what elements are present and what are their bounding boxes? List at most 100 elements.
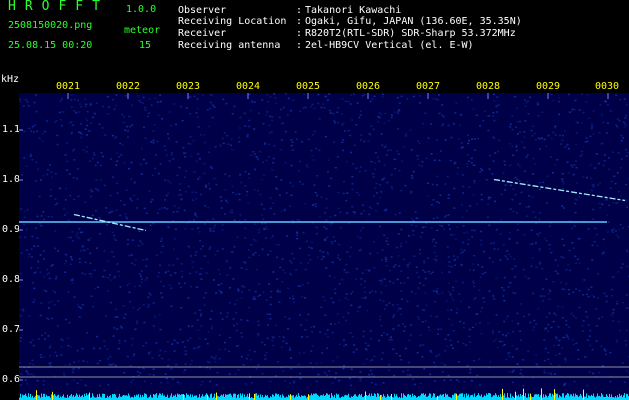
spectrum-bar bbox=[207, 394, 208, 400]
noise-speck bbox=[257, 254, 260, 257]
noise-speck bbox=[268, 124, 271, 126]
spectrum-bar bbox=[566, 394, 567, 400]
spectrum-bar bbox=[274, 396, 275, 400]
noise-speck bbox=[93, 347, 95, 350]
noise-speck bbox=[345, 199, 348, 202]
noise-speck bbox=[43, 289, 46, 291]
noise-speck bbox=[72, 177, 75, 179]
noise-speck bbox=[123, 203, 126, 206]
noise-speck bbox=[199, 248, 202, 250]
noise-speck bbox=[246, 319, 249, 322]
noise-speck bbox=[603, 160, 606, 162]
noise-speck bbox=[238, 127, 241, 129]
noise-speck bbox=[220, 292, 223, 294]
noise-speck bbox=[144, 106, 147, 109]
spectrum-bar bbox=[520, 394, 521, 400]
noise-speck bbox=[323, 256, 326, 258]
noise-speck bbox=[76, 177, 79, 180]
noise-speck bbox=[85, 117, 87, 120]
noise-speck bbox=[252, 151, 255, 153]
noise-speck bbox=[436, 287, 439, 290]
spectrum-bar bbox=[277, 394, 278, 400]
noise-speck bbox=[574, 198, 577, 200]
noise-speck bbox=[205, 272, 208, 274]
noise-speck bbox=[507, 352, 510, 354]
noise-speck bbox=[396, 303, 399, 306]
noise-speck bbox=[456, 226, 459, 228]
noise-speck bbox=[358, 116, 361, 119]
noise-speck bbox=[622, 121, 625, 123]
noise-speck bbox=[478, 358, 481, 360]
noise-speck bbox=[542, 300, 545, 302]
noise-speck bbox=[184, 227, 187, 230]
noise-speck bbox=[51, 176, 54, 179]
noise-speck bbox=[534, 216, 537, 219]
noise-speck bbox=[166, 133, 169, 135]
noise-speck bbox=[164, 350, 167, 353]
spectrum-bar bbox=[292, 395, 293, 400]
noise-speck bbox=[418, 102, 421, 104]
noise-speck bbox=[625, 183, 627, 186]
noise-speck bbox=[170, 287, 173, 289]
noise-speck bbox=[136, 322, 139, 324]
noise-speck bbox=[453, 259, 456, 261]
spectrum-bar bbox=[201, 396, 202, 400]
noise-speck bbox=[131, 344, 134, 347]
frequency-unit-label: kHz bbox=[1, 74, 20, 85]
noise-speck bbox=[369, 291, 371, 294]
noise-speck bbox=[565, 268, 568, 271]
spectrum-bar bbox=[434, 393, 435, 400]
noise-speck bbox=[560, 256, 563, 258]
noise-speck bbox=[306, 166, 309, 168]
noise-speck bbox=[472, 108, 475, 110]
noise-speck bbox=[462, 281, 465, 284]
noise-speck bbox=[511, 115, 514, 117]
noise-speck bbox=[586, 94, 589, 96]
time-tick-label: 0026 bbox=[355, 81, 381, 92]
spectrum-bar bbox=[437, 395, 438, 400]
noise-speck bbox=[166, 154, 168, 157]
noise-speck bbox=[368, 213, 371, 216]
noise-speck bbox=[562, 207, 565, 209]
noise-speck bbox=[611, 229, 614, 232]
noise-speck bbox=[525, 102, 528, 104]
noise-speck bbox=[435, 255, 438, 257]
noise-speck bbox=[555, 354, 558, 356]
spectrum-bar bbox=[372, 395, 373, 400]
noise-speck bbox=[293, 380, 296, 382]
noise-speck bbox=[35, 161, 38, 163]
noise-speck bbox=[472, 282, 475, 284]
noise-speck bbox=[34, 94, 37, 96]
noise-speck bbox=[189, 96, 192, 98]
noise-speck bbox=[446, 246, 449, 248]
noise-speck bbox=[336, 111, 339, 114]
spectrum-bar bbox=[368, 395, 369, 400]
noise-speck bbox=[532, 329, 535, 331]
noise-speck bbox=[568, 93, 571, 96]
noise-speck bbox=[563, 384, 565, 386]
spectrum-bar bbox=[190, 394, 191, 400]
noise-speck bbox=[249, 154, 252, 156]
noise-speck bbox=[619, 98, 622, 101]
noise-speck bbox=[488, 154, 491, 157]
noise-speck bbox=[532, 157, 535, 160]
noise-speck bbox=[267, 253, 270, 256]
noise-speck bbox=[526, 154, 529, 156]
noise-speck bbox=[615, 94, 618, 96]
noise-speck bbox=[239, 116, 242, 119]
noise-speck bbox=[276, 289, 279, 292]
noise-speck bbox=[492, 332, 494, 334]
noise-speck bbox=[542, 181, 545, 184]
noise-speck bbox=[220, 291, 223, 293]
noise-speck bbox=[64, 364, 67, 366]
noise-speck bbox=[292, 301, 295, 304]
noise-speck bbox=[524, 120, 527, 122]
noise-speck bbox=[269, 303, 272, 306]
noise-speck bbox=[71, 124, 74, 126]
noise-speck bbox=[541, 111, 544, 114]
noise-speck bbox=[207, 261, 210, 263]
noise-speck bbox=[367, 140, 370, 142]
noise-speck bbox=[609, 351, 612, 354]
noise-speck bbox=[282, 106, 285, 109]
noise-speck bbox=[38, 223, 41, 225]
